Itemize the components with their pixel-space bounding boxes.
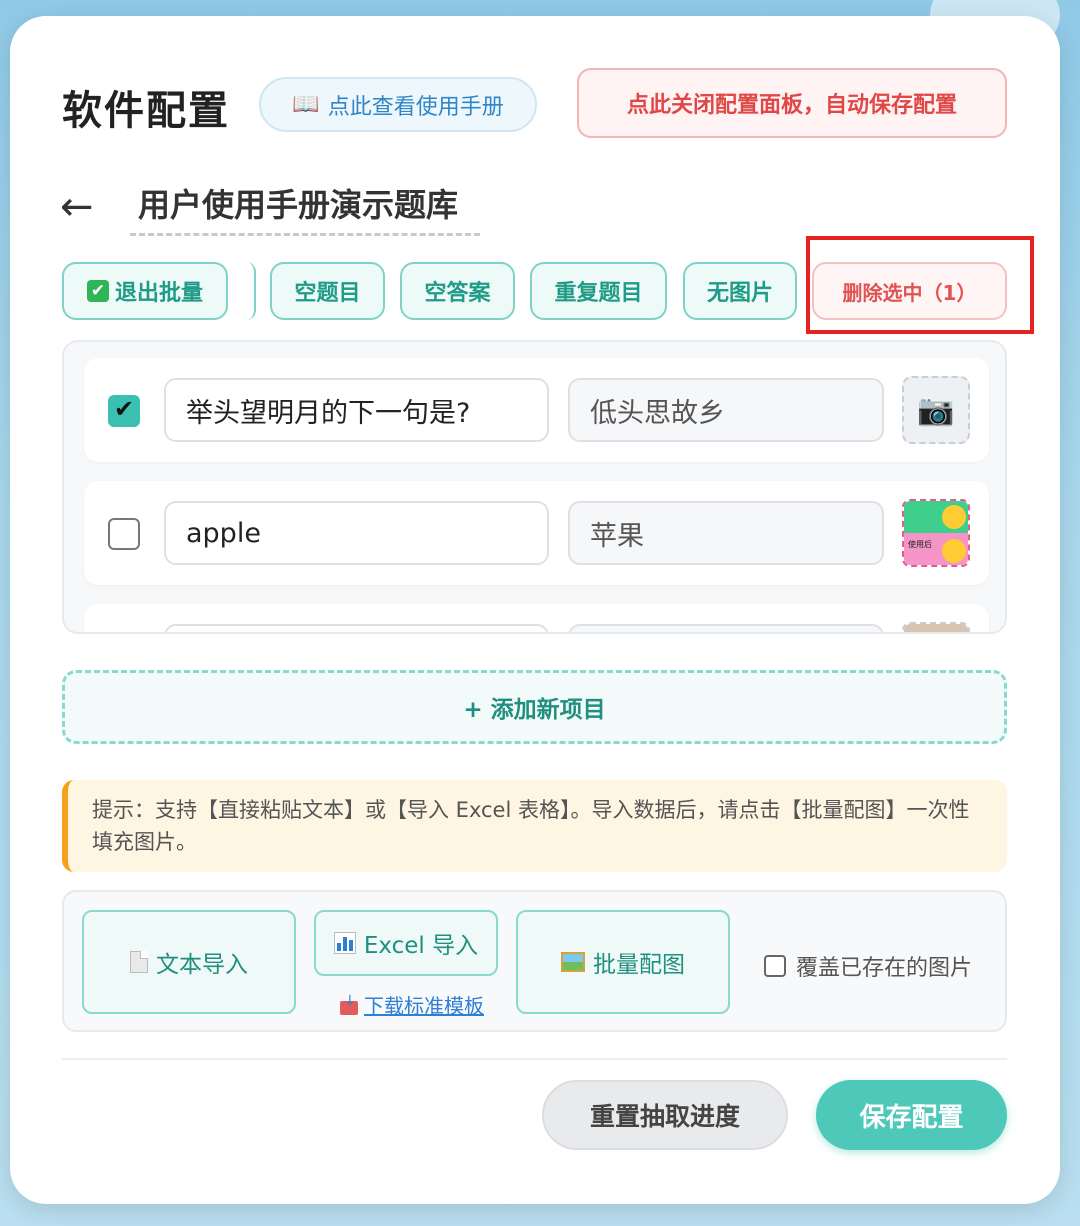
thumbnail-label: 使用后 bbox=[908, 540, 932, 549]
list-item: 举头望明月的下一句是? 低头思故乡 📷 bbox=[84, 358, 989, 462]
download-template-link[interactable]: 下载标准模板 bbox=[332, 990, 492, 1019]
item-checkbox[interactable] bbox=[108, 395, 140, 427]
list-item: apple 苹果 使用后 bbox=[84, 481, 989, 585]
bar-chart-icon bbox=[333, 932, 356, 954]
overwrite-checkbox[interactable] bbox=[764, 955, 786, 977]
check-icon: ✔ bbox=[86, 280, 109, 302]
footer-divider bbox=[62, 1058, 1007, 1060]
item-checkbox[interactable] bbox=[108, 518, 140, 550]
exit-batch-button[interactable]: ✔ 退出批量 bbox=[62, 262, 228, 320]
toolbar-scroll-edge bbox=[246, 262, 256, 320]
config-panel: 软件配置 📖 点此查看使用手册 点此关闭配置面板，自动保存配置 ← 用户使用手册… bbox=[10, 16, 1060, 1204]
user-manual-label: 点此查看使用手册 bbox=[327, 94, 504, 120]
filter-empty-answer-button[interactable]: 空答案 bbox=[400, 262, 515, 320]
excel-import-label: Excel 导入 bbox=[363, 933, 479, 959]
batch-image-button[interactable]: 批量配图 bbox=[516, 910, 730, 1014]
overwrite-label: 覆盖已存在的图片 bbox=[796, 956, 973, 981]
list-item bbox=[84, 604, 989, 632]
question-list[interactable]: 举头望明月的下一句是? 低头思故乡 📷 apple 苹果 使用后 bbox=[62, 340, 1007, 634]
answer-input[interactable]: 低头思故乡 bbox=[568, 378, 884, 442]
question-input[interactable]: 举头望明月的下一句是? bbox=[164, 378, 549, 442]
page-title: 软件配置 bbox=[62, 88, 230, 134]
download-icon bbox=[340, 993, 358, 1015]
import-section: 文本导入 Excel 导入 下载标准模板 批量配图 覆盖已存在的图片 bbox=[62, 890, 1007, 1032]
add-item-button[interactable]: + 添加新项目 bbox=[62, 670, 1007, 744]
excel-import-button[interactable]: Excel 导入 bbox=[314, 910, 498, 976]
filter-duplicate-button[interactable]: 重复题目 bbox=[530, 262, 667, 320]
overwrite-images-option[interactable]: 覆盖已存在的图片 bbox=[764, 950, 972, 982]
item-image-thumbnail[interactable] bbox=[902, 622, 970, 632]
book-icon: 📖 bbox=[292, 92, 320, 117]
save-config-button[interactable]: 保存配置 bbox=[816, 1080, 1007, 1150]
reset-progress-button[interactable]: 重置抽取进度 bbox=[542, 1080, 788, 1150]
item-image-thumbnail[interactable]: 使用后 bbox=[902, 499, 970, 567]
question-input[interactable] bbox=[164, 624, 549, 632]
question-input[interactable]: apple bbox=[164, 501, 549, 565]
highlight-annotation-box bbox=[806, 236, 1034, 334]
download-template-label: 下载标准模板 bbox=[364, 994, 484, 1018]
import-tip: 提示：支持【直接粘贴文本】或【导入 Excel 表格】。导入数据后，请点击【批量… bbox=[62, 780, 1007, 872]
camera-icon[interactable]: 📷 bbox=[902, 376, 970, 444]
question-set-title-input[interactable]: 用户使用手册演示题库 bbox=[130, 180, 480, 236]
user-manual-button[interactable]: 📖 点此查看使用手册 bbox=[259, 77, 537, 132]
exit-batch-label: 退出批量 bbox=[114, 281, 203, 306]
batch-image-label: 批量配图 bbox=[593, 952, 685, 978]
answer-input[interactable]: 苹果 bbox=[568, 501, 884, 565]
answer-input[interactable] bbox=[568, 624, 884, 632]
back-arrow-icon[interactable]: ← bbox=[60, 184, 94, 230]
close-config-panel-button[interactable]: 点此关闭配置面板，自动保存配置 bbox=[577, 68, 1007, 138]
filter-no-image-button[interactable]: 无图片 bbox=[683, 262, 797, 320]
text-import-button[interactable]: 文本导入 bbox=[82, 910, 296, 1014]
document-icon bbox=[130, 951, 148, 973]
picture-icon bbox=[561, 952, 585, 972]
text-import-label: 文本导入 bbox=[156, 952, 248, 978]
filter-empty-question-button[interactable]: 空题目 bbox=[270, 262, 385, 320]
